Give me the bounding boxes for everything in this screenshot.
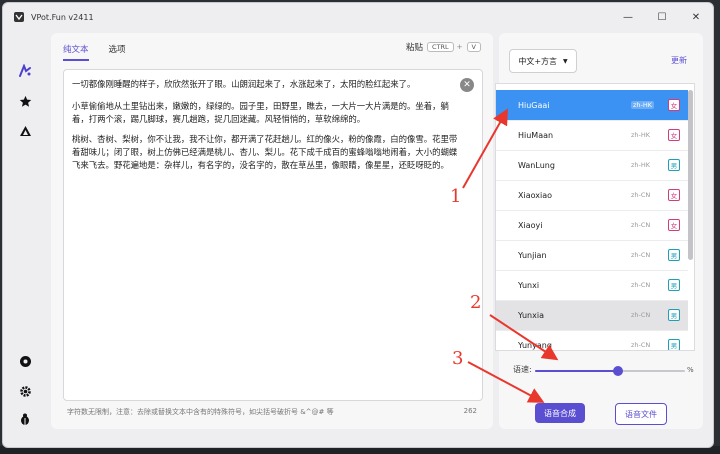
gender-badge: 女 — [668, 219, 680, 231]
voice-item[interactable]: Xiaoxiao zh-CN 女 — [496, 180, 688, 211]
voice-name: Xiaoyi — [518, 220, 543, 230]
speed-unit: % — [687, 366, 694, 374]
speed-label: 语速: — [513, 365, 532, 374]
minimize-button[interactable]: — — [611, 3, 645, 31]
voice-locale: zh-HK — [631, 101, 655, 109]
tab-options[interactable]: 选项 — [109, 41, 126, 61]
gender-badge: 男 — [668, 309, 680, 321]
aperture-icon[interactable] — [17, 353, 33, 369]
gender-badge: 女 — [668, 129, 680, 141]
voice-item[interactable]: Yunxi zh-CN 男 — [496, 270, 688, 301]
annotation-number-3: 3 — [452, 348, 464, 369]
text-paragraph-2: 小草偷偷地从土里钻出来，嫩嫩的，绿绿的。园子里，田野里，瞧去，一大片一大片满是的… — [72, 101, 449, 124]
language-select[interactable]: 中文+方言 ▼ — [509, 49, 577, 73]
editor-panel: 纯文本 选项 粘贴 CTRL + V 一切都像刚睡醒的样子，欣欣然张开了眼。山朗… — [51, 33, 493, 429]
voice-locale: zh-CN — [631, 341, 651, 349]
voice-icon[interactable] — [17, 63, 33, 79]
voice-locale: zh-CN — [631, 251, 651, 259]
voice-list[interactable]: Yunyang zh-CN 男 Yunxia zh-CN 男 Yunxi zh-CN 男 Yunj… — [495, 83, 695, 351]
text-paragraph-3: 桃树、杏树、梨树，你不让我，我不让你，都开满了花赶趟儿。红的像火，粉的像霞，白的… — [72, 134, 458, 170]
paste-label: 粘贴 — [406, 43, 424, 53]
voice-name: WanLung — [518, 160, 555, 170]
title-bar: VPot.Fun v2411 — ☐ ✕ — [3, 3, 713, 31]
speed-slider-thumb[interactable] — [612, 366, 623, 376]
v-key-hint: V — [466, 42, 481, 52]
refresh-link[interactable]: 更新 — [671, 55, 687, 66]
app-logo-icon — [13, 11, 25, 23]
input-hint: 字符数无限制，注意：去除或替换文本中含有的特殊符号，如尖括号破折号 &^@# 等 — [67, 408, 334, 416]
voice-list-scrollbar[interactable] — [688, 90, 693, 260]
close-button[interactable]: ✕ — [679, 3, 713, 31]
gear-icon[interactable] — [17, 383, 33, 399]
tab-plain-text[interactable]: 纯文本 — [63, 41, 89, 61]
star-icon[interactable] — [17, 93, 33, 109]
annotation-number-1: 1 — [450, 186, 462, 207]
clear-text-icon[interactable]: ✕ — [460, 78, 474, 92]
plus-sign: + — [456, 43, 463, 51]
voice-item[interactable]: Xiaoyi zh-CN 女 — [496, 210, 688, 241]
gender-badge: 男 — [668, 249, 680, 261]
app-title: VPot.Fun v2411 — [31, 12, 94, 22]
ctrl-key-hint: CTRL — [427, 42, 454, 52]
voice-locale: zh-CN — [631, 221, 651, 229]
voice-item[interactable]: Yunyang zh-CN 男 — [496, 330, 688, 350]
paste-button[interactable]: 粘贴 CTRL + V — [406, 41, 481, 53]
speed-control: 语速: % — [513, 363, 694, 377]
voice-panel: 中文+方言 ▼ 更新 Yunyang zh-CN 男 Yunxia zh-CN 男 Yunx… — [495, 33, 703, 429]
voice-name: Yunjian — [518, 250, 547, 260]
audio-file-button[interactable]: 语音文件 — [615, 403, 667, 425]
voice-item[interactable]: Yunjian zh-CN 男 — [496, 240, 688, 271]
voice-locale: zh-CN — [631, 311, 651, 319]
gender-badge: 女 — [668, 189, 680, 201]
side-rail — [3, 33, 47, 447]
voice-name: Yunyang — [518, 340, 552, 350]
language-select-value: 中文+方言 — [518, 56, 558, 66]
text-input-area[interactable]: 一切都像刚睡醒的样子，欣欣然张开了眼。山朗润起来了，水涨起来了，太阳的脸红起来了… — [63, 69, 483, 401]
gender-badge: 女 — [668, 99, 680, 111]
voice-name: Xiaoxiao — [518, 190, 553, 200]
bug-icon[interactable] — [17, 411, 33, 427]
voice-item[interactable]: Yunxia zh-CN 男 — [496, 300, 688, 331]
annotation-number-2: 2 — [470, 292, 482, 313]
synthesize-button[interactable]: 语音合成 — [535, 403, 585, 423]
voice-locale: zh-CN — [631, 281, 651, 289]
speed-slider-fill — [535, 370, 618, 372]
voice-locale: zh-CN — [631, 191, 651, 199]
voice-item[interactable]: HiuMaan zh-HK 女 — [496, 120, 688, 151]
text-paragraph-1: 一切都像刚睡醒的样子，欣欣然张开了眼。山朗润起来了，水涨起来了，太阳的脸红起来了… — [72, 79, 416, 89]
voice-item[interactable]: HiuGaai zh-HK 女 — [496, 90, 688, 121]
triangle-icon[interactable] — [17, 123, 33, 139]
chevron-down-icon: ▼ — [563, 57, 568, 65]
voice-locale: zh-HK — [631, 131, 651, 139]
char-count: 262 — [463, 407, 477, 415]
gender-badge: 男 — [668, 339, 680, 350]
app-window: VPot.Fun v2411 — ☐ ✕ 纯文本 选项 粘贴 CTRL + V … — [2, 2, 714, 448]
speed-slider[interactable] — [535, 366, 685, 376]
voice-name: Yunxi — [518, 280, 540, 290]
voice-item[interactable]: WanLung zh-HK 男 — [496, 150, 688, 181]
voice-name: Yunxia — [518, 310, 544, 320]
voice-name: HiuGaai — [518, 100, 550, 110]
voice-name: HiuMaan — [518, 130, 554, 140]
voice-locale: zh-HK — [631, 161, 651, 169]
gender-badge: 男 — [668, 159, 680, 171]
maximize-button[interactable]: ☐ — [645, 3, 679, 31]
gender-badge: 男 — [668, 279, 680, 291]
